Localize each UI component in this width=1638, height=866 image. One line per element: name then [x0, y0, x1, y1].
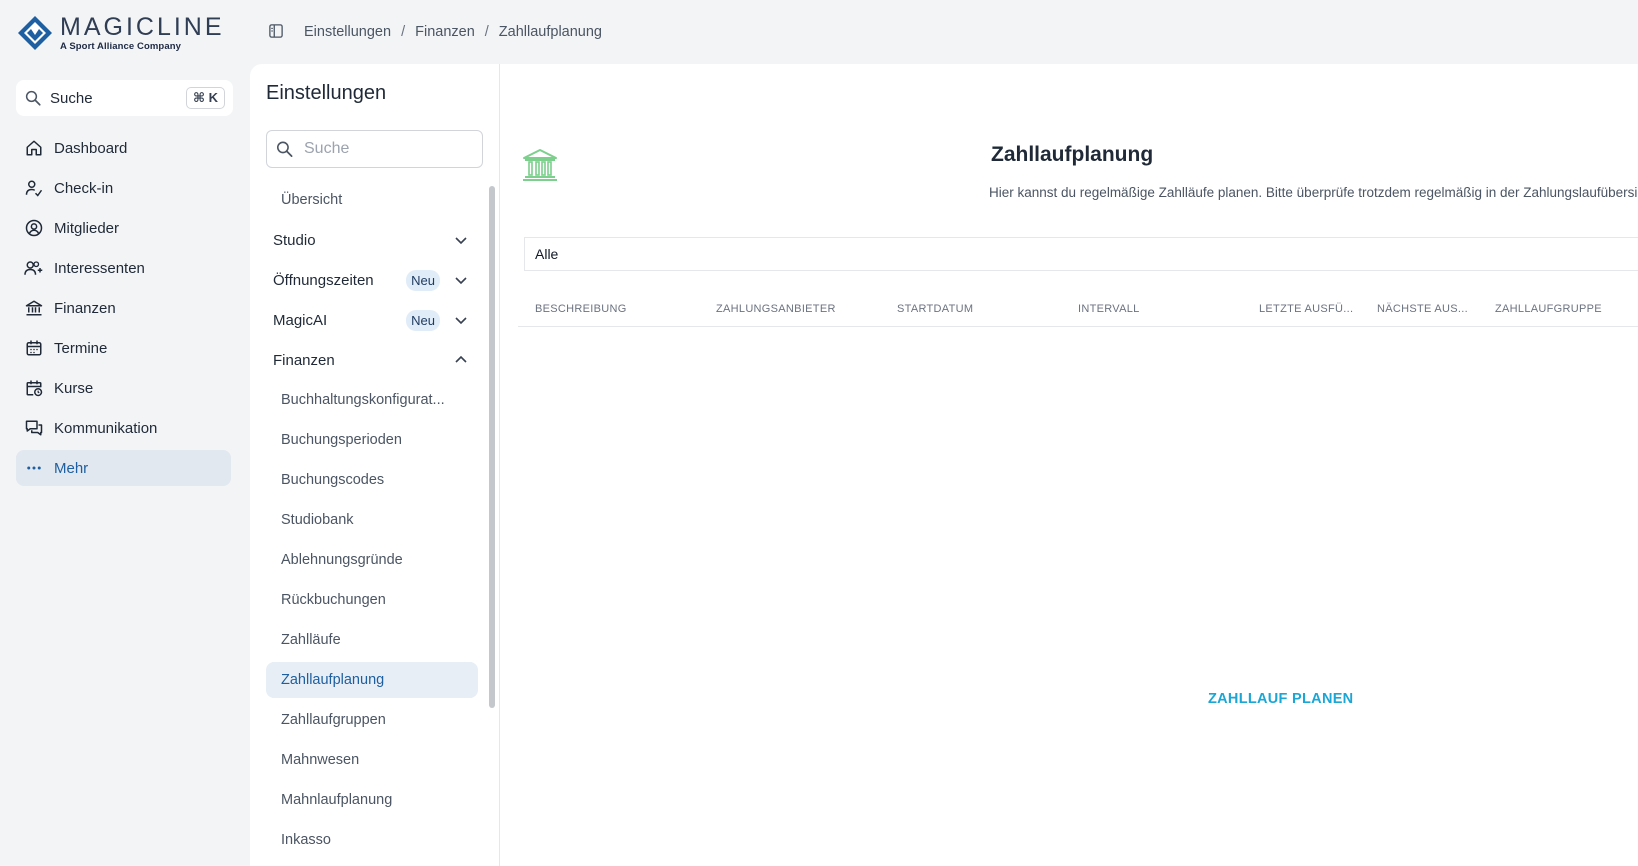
breadcrumb-separator: /: [484, 24, 489, 40]
settings-item-zahllaufplanung[interactable]: Zahllaufplanung: [266, 662, 478, 698]
user-circle-icon: [24, 218, 44, 238]
main-nav: Dashboard Check-in Mitglieder Interessen…: [16, 130, 231, 490]
settings-item-uebersicht[interactable]: Übersicht: [266, 182, 478, 218]
nav-item-kommunikation[interactable]: Kommunikation: [16, 410, 231, 446]
settings-item-zahllaufgruppen[interactable]: Zahllaufgruppen: [266, 702, 478, 738]
settings-item-inkasso[interactable]: Inkasso: [266, 822, 478, 858]
page-title: Zahllaufplanung: [991, 143, 1154, 166]
magicline-logo[interactable]: MAGICLINE A Sport Alliance Company: [16, 14, 225, 52]
settings-group-label: Finanzen: [273, 351, 335, 369]
global-search[interactable]: Suche ⌘ K: [16, 80, 233, 116]
sidebar-toggle-icon[interactable]: [269, 24, 285, 40]
column-startdatum[interactable]: STARTDATUM: [897, 303, 973, 315]
settings-scrollbar[interactable]: [489, 186, 495, 708]
settings-item-mahnwesen[interactable]: Mahnwesen: [266, 742, 478, 778]
column-letzte-ausfuehrung[interactable]: LETZTE AUSFÜ...: [1259, 303, 1353, 315]
chevron-down-icon: [455, 277, 467, 285]
settings-group-label: Öffnungszeiten: [273, 271, 374, 289]
settings-item-mahnlaufplanung[interactable]: Mahnlaufplanung: [266, 782, 478, 818]
main-content: Zahllaufplanung Hier kannst du regelmäßi…: [500, 64, 1638, 866]
chevron-down-icon: [455, 237, 467, 245]
new-badge: Neu: [406, 269, 440, 291]
nav-item-label: Interessenten: [54, 259, 145, 277]
zahllauf-planen-button[interactable]: ZAHLLAUF PLANEN: [1208, 691, 1353, 707]
nav-item-mitglieder[interactable]: Mitglieder: [16, 210, 231, 246]
column-intervall[interactable]: INTERVALL: [1078, 303, 1140, 315]
breadcrumb-zahllaufplanung[interactable]: Zahllaufplanung: [499, 24, 602, 40]
more-icon: [24, 458, 44, 478]
nav-item-interessenten[interactable]: Interessenten: [16, 250, 231, 286]
settings-item-ablehnungsgruende[interactable]: Ablehnungsgründe: [266, 542, 478, 578]
settings-group-studio[interactable]: Studio: [266, 222, 478, 258]
calendar-clock-icon: [24, 378, 44, 398]
payment-group-filter[interactable]: Alle: [524, 237, 1638, 271]
search-icon: [25, 90, 41, 106]
chevron-down-icon: [455, 317, 467, 325]
settings-item-studiobank[interactable]: Studiobank: [266, 502, 478, 538]
settings-panel: Einstellungen Übersicht Studio Öffnungsz…: [250, 64, 500, 866]
user-plus-icon: [24, 258, 44, 278]
table-header: BESCHREIBUNG ZAHLUNGSANBIETER STARTDATUM…: [518, 295, 1638, 327]
settings-search[interactable]: [266, 130, 483, 168]
nav-item-label: Check-in: [54, 179, 114, 197]
settings-group-oeffnungszeiten[interactable]: Öffnungszeiten Neu: [266, 262, 478, 298]
settings-item-buchungscodes[interactable]: Buchungscodes: [266, 462, 478, 498]
nav-item-label: Finanzen: [54, 299, 116, 317]
nav-item-dashboard[interactable]: Dashboard: [16, 130, 231, 166]
nav-item-label: Mitglieder: [54, 219, 120, 237]
settings-item-zahllaeufe[interactable]: Zahlläufe: [266, 622, 478, 658]
breadcrumb: Einstellungen / Finanzen / Zahllaufplanu…: [304, 24, 602, 40]
chevron-up-icon: [455, 355, 467, 363]
nav-item-check-in[interactable]: Check-in: [16, 170, 231, 206]
settings-title: Einstellungen: [266, 82, 387, 104]
column-zahllaufgruppe[interactable]: ZAHLLAUFGRUPPE: [1495, 303, 1602, 315]
brand-name: MAGICLINE: [60, 12, 225, 41]
nav-item-label: Kommunikation: [54, 419, 158, 437]
bank-icon: [24, 298, 44, 318]
brand-tagline: A Sport Alliance Company: [60, 40, 181, 52]
search-shortcut: ⌘ K: [185, 87, 225, 109]
page-description: Hier kannst du regelmäßige Zahlläufe pla…: [989, 185, 1638, 200]
settings-search-input[interactable]: [304, 140, 474, 158]
nav-item-finanzen[interactable]: Finanzen: [16, 290, 231, 326]
settings-group-label: Studio: [273, 231, 316, 249]
home-icon: [24, 138, 44, 158]
bank-icon: [523, 149, 557, 181]
settings-list: Übersicht Studio Öffnungszeiten Neu Magi…: [266, 182, 478, 862]
new-badge: Neu: [406, 309, 440, 331]
column-beschreibung[interactable]: BESCHREIBUNG: [535, 303, 627, 315]
nav-item-label: Dashboard: [54, 139, 128, 157]
breadcrumb-finanzen[interactable]: Finanzen: [415, 24, 475, 40]
magicline-logo-icon: [18, 16, 52, 50]
breadcrumb-einstellungen[interactable]: Einstellungen: [304, 24, 391, 40]
settings-group-label: MagicAI: [273, 311, 328, 329]
nav-item-label: Kurse: [54, 379, 94, 397]
nav-item-label: Termine: [54, 339, 108, 357]
chat-icon: [24, 418, 44, 438]
column-naechste-ausfuehrung[interactable]: NÄCHSTE AUS...: [1377, 303, 1468, 315]
settings-item-rueckbuchungen[interactable]: Rückbuchungen: [266, 582, 478, 618]
settings-item-buchhaltungskonfiguration[interactable]: Buchhaltungskonfigurat...: [266, 382, 478, 418]
user-check-icon: [24, 178, 44, 198]
calendar-icon: [24, 338, 44, 358]
nav-item-termine[interactable]: Termine: [16, 330, 231, 366]
nav-item-kurse[interactable]: Kurse: [16, 370, 231, 406]
settings-item-buchungsperioden[interactable]: Buchungsperioden: [266, 422, 478, 458]
settings-group-finanzen[interactable]: Finanzen: [266, 342, 478, 378]
breadcrumb-separator: /: [401, 24, 406, 40]
global-search-label: Suche: [50, 89, 93, 107]
settings-group-magicai[interactable]: MagicAI Neu: [266, 302, 478, 338]
column-zahlungsanbieter[interactable]: ZAHLUNGSANBIETER: [716, 303, 836, 315]
search-icon: [276, 141, 293, 157]
nav-item-mehr[interactable]: Mehr: [16, 450, 231, 486]
nav-item-label: Mehr: [54, 459, 89, 477]
